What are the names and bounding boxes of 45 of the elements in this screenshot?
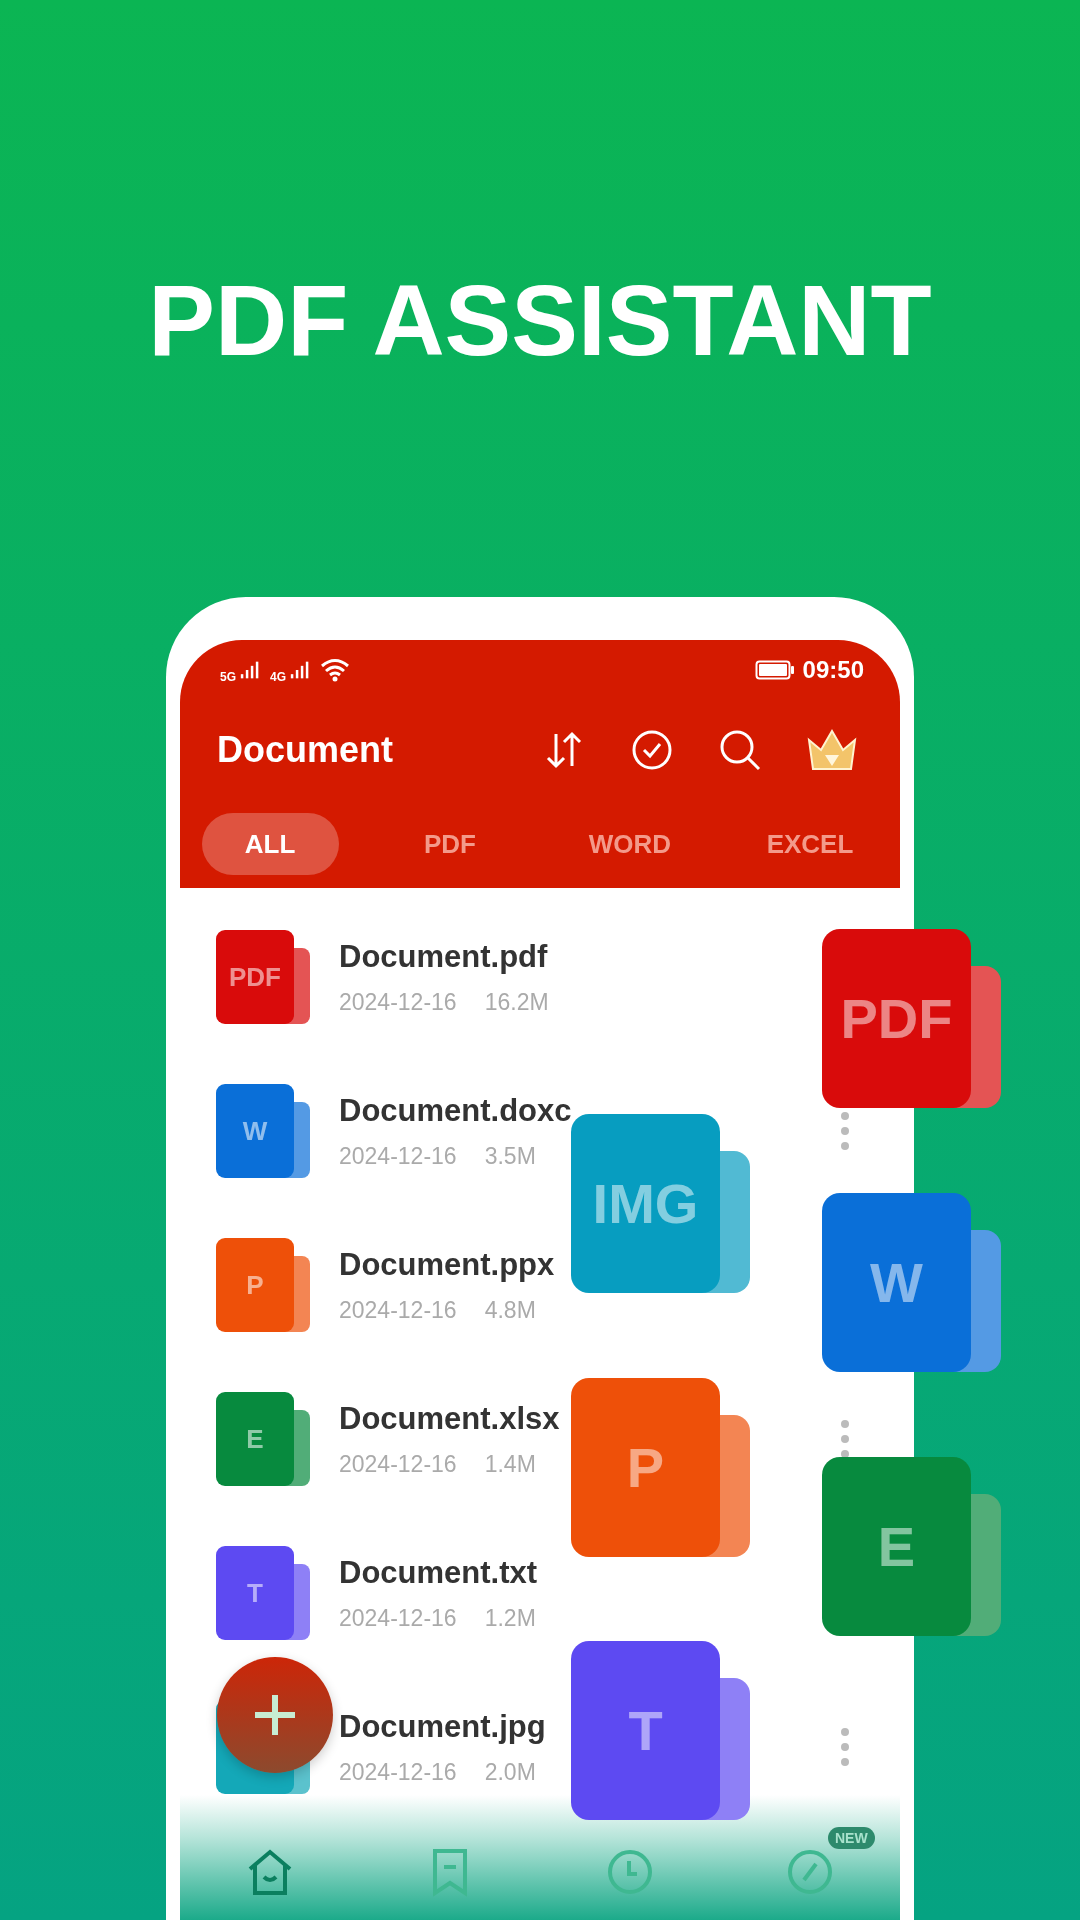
screen-title: Document (217, 729, 393, 771)
file-type-badge: PDF (216, 930, 294, 1024)
file-type-badge: P (571, 1378, 720, 1557)
search-icon[interactable] (718, 728, 762, 772)
file-size: 1.2M (484, 1604, 536, 1632)
headline: PDF ASSISTANT (147, 263, 933, 378)
network-label: 4G (270, 670, 287, 684)
file-type-badge: T (571, 1641, 720, 1820)
filter-tab[interactable]: ALL (201, 813, 339, 875)
file-name[interactable]: Document.jpg (339, 1708, 546, 1745)
file-date: 2024-12-16 (339, 1450, 457, 1478)
file-size: 4.8M (484, 1296, 536, 1324)
file-type-badge: E (216, 1392, 294, 1486)
plus-icon (253, 1693, 297, 1737)
check-circle-icon[interactable] (630, 728, 674, 772)
file-name[interactable]: Document.xlsx (339, 1400, 560, 1437)
file-date: 2024-12-16 (339, 1604, 457, 1632)
file-name[interactable]: Document.txt (339, 1554, 538, 1591)
file-date: 2024-12-16 (339, 1142, 457, 1170)
file-type-badge: P (216, 1238, 294, 1332)
file-type-badge: IMG (571, 1114, 720, 1293)
battery-icon (754, 660, 795, 680)
more-icon[interactable] (840, 1419, 850, 1459)
crown-icon[interactable] (806, 728, 858, 772)
file-type-badge: W (216, 1084, 294, 1178)
file-name[interactable]: Document.ppx (339, 1246, 555, 1283)
file-type-badge: W (822, 1193, 971, 1372)
signal-icon (290, 660, 311, 680)
file-date: 2024-12-16 (339, 1758, 457, 1786)
file-size: 1.4M (484, 1450, 536, 1478)
file-type-badge: T (216, 1546, 294, 1640)
new-badge: NEW (828, 1827, 875, 1849)
file-type-badge: PDF (822, 929, 971, 1108)
file-date: 2024-12-16 (339, 1296, 457, 1324)
file-type-badge: E (822, 1457, 971, 1636)
status-time: 09:50 (802, 656, 864, 684)
network-label: 5G (220, 670, 236, 684)
file-size: 2.0M (484, 1758, 536, 1786)
file-name[interactable]: Document.doxc (339, 1092, 572, 1129)
file-size: 16.2M (484, 988, 549, 1016)
file-name[interactable]: Document.pdf (339, 938, 548, 975)
file-size: 3.5M (484, 1142, 536, 1170)
wifi-icon (320, 658, 351, 682)
signal-icon (240, 660, 260, 680)
file-date: 2024-12-16 (339, 988, 457, 1016)
